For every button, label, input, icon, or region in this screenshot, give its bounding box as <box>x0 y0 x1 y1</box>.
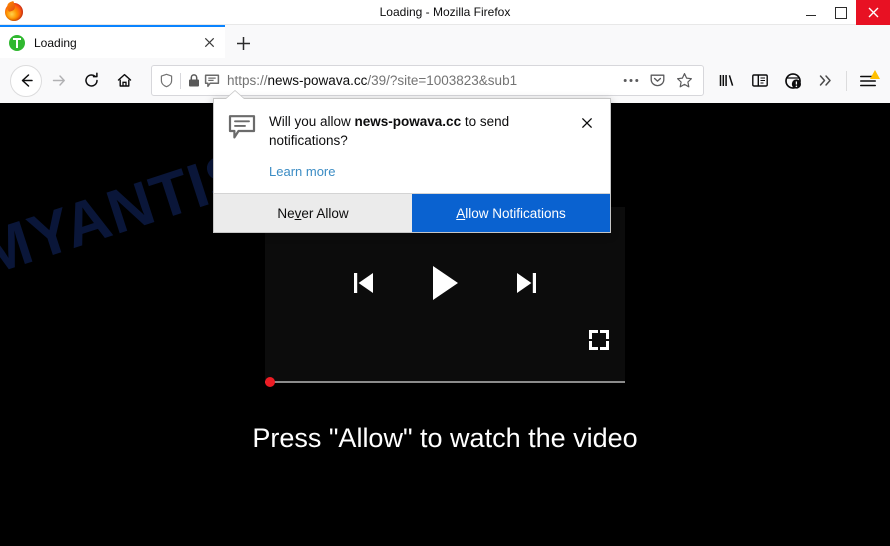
play-button[interactable] <box>429 263 461 303</box>
doorhanger-message: Will you allow news-powava.cc to send no… <box>269 114 510 148</box>
video-player[interactable] <box>265 207 625 387</box>
close-icon <box>204 37 214 48</box>
sidebar-button[interactable] <box>743 66 776 96</box>
next-button[interactable] <box>513 268 539 298</box>
new-tab-button[interactable] <box>227 29 259 58</box>
bookmark-button[interactable] <box>671 68 698 93</box>
window-title: Loading - Mozilla Firefox <box>379 4 511 19</box>
doorhanger-body: Will you allow news-powava.cc to send no… <box>214 99 610 193</box>
doorhanger-arrow <box>226 91 244 99</box>
back-button[interactable] <box>10 64 42 97</box>
skip-next-icon <box>517 273 536 293</box>
call-to-action-text: Press "Allow" to watch the video <box>252 423 638 453</box>
forward-arrow-icon <box>52 75 65 86</box>
play-icon <box>433 266 458 300</box>
close-icon <box>868 7 878 18</box>
reload-icon <box>85 72 98 87</box>
notification-bubble-icon <box>228 114 256 181</box>
doorhanger-buttons: Ne v er Allow Allow Notifications <box>214 193 610 233</box>
home-icon <box>117 73 132 87</box>
back-arrow-icon <box>21 74 33 87</box>
toolbar-separator <box>846 70 847 91</box>
close-icon <box>581 117 593 129</box>
close-tab-button[interactable] <box>199 33 219 53</box>
navigation-toolbar: https://news-powava.cc/39/?site=1003823&… <box>0 58 890 103</box>
update-warning-badge-icon <box>870 69 880 79</box>
reload-button[interactable] <box>75 66 108 96</box>
doorhanger-message-area: Will you allow news-powava.cc to send no… <box>269 113 578 181</box>
tracking-protection-shield-icon[interactable] <box>159 73 174 88</box>
sidebar-icon <box>751 74 768 87</box>
pocket-icon <box>650 74 665 87</box>
browser-tab[interactable]: Loading <box>0 25 225 58</box>
star-icon <box>677 73 692 88</box>
page-actions-button[interactable] <box>617 68 644 93</box>
never-allow-button[interactable]: Ne v er Allow <box>214 194 412 233</box>
previous-button[interactable] <box>351 268 377 298</box>
fullscreen-button[interactable] <box>589 330 609 350</box>
forward-button[interactable] <box>42 66 75 96</box>
home-button[interactable] <box>108 66 141 96</box>
urlbar-separator <box>180 72 181 89</box>
library-icon <box>719 75 733 86</box>
ellipsis-icon <box>623 79 638 82</box>
green-page-favicon-icon <box>9 34 25 51</box>
app-menu-button[interactable] <box>851 66 884 96</box>
firefox-window: Loading - Mozilla Firefox Loading https:… <box>0 0 890 546</box>
account-warning-button[interactable] <box>776 66 809 96</box>
tab-strip: Loading <box>0 25 890 58</box>
double-chevron-icon <box>819 75 831 86</box>
player-controls <box>265 263 625 303</box>
notification-bubble-icon[interactable] <box>204 73 220 89</box>
title-bar: Loading - Mozilla Firefox <box>0 0 890 25</box>
overflow-button[interactable] <box>809 66 842 96</box>
urlbar-actions <box>617 68 698 93</box>
allow-notifications-button[interactable]: Allow Notifications <box>412 194 610 233</box>
maximize-button[interactable] <box>826 0 856 25</box>
skip-previous-icon <box>354 273 373 293</box>
plus-icon <box>236 37 250 50</box>
video-progress-bar[interactable] <box>265 377 625 387</box>
minimize-button[interactable] <box>796 0 826 25</box>
notification-permission-popup: Will you allow news-powava.cc to send no… <box>213 98 611 234</box>
toolbar-right-buttons <box>710 66 884 96</box>
close-window-button[interactable] <box>856 0 890 25</box>
close-doorhanger-button[interactable] <box>578 114 596 132</box>
account-warning-icon <box>784 72 801 89</box>
pocket-button[interactable] <box>644 68 671 93</box>
tab-title: Loading <box>34 35 77 50</box>
learn-more-link[interactable]: Learn more <box>269 164 335 179</box>
video-progress-knob[interactable] <box>265 377 275 387</box>
url-text[interactable]: https://news-powava.cc/39/?site=1003823&… <box>227 73 617 88</box>
firefox-logo-icon <box>5 3 23 21</box>
padlock-icon[interactable] <box>187 73 201 88</box>
library-button[interactable] <box>710 66 743 96</box>
window-controls <box>796 0 890 25</box>
